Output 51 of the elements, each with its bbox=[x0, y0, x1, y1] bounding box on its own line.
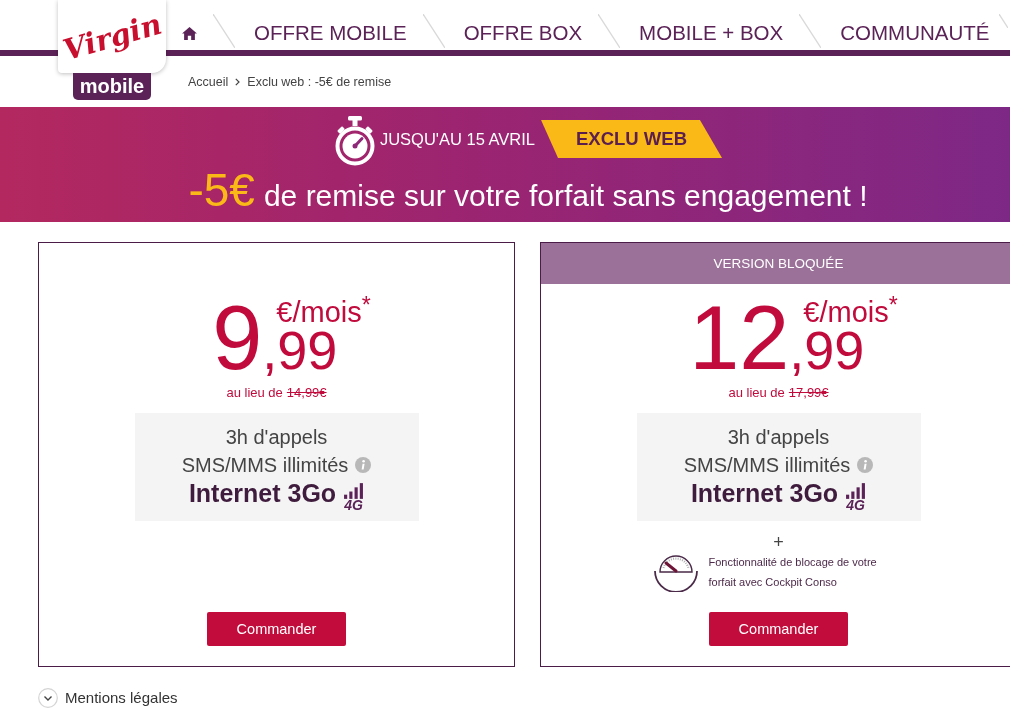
legal-link[interactable]: Mentions légales bbox=[65, 689, 178, 707]
old-price: 14,99€ bbox=[286, 384, 327, 402]
offer-tag: VERSION BLOQUÉE bbox=[541, 243, 1010, 284]
info-icon[interactable] bbox=[857, 457, 874, 473]
price-cents: ,99 bbox=[262, 327, 338, 374]
plus-sign: + bbox=[773, 534, 784, 550]
old-price: 17,99€ bbox=[788, 384, 829, 402]
nav-link[interactable]: COMMUNAUTÉ bbox=[840, 23, 990, 43]
order-button[interactable]: Commander bbox=[709, 612, 848, 646]
price-unit: €/mois$^{*}$ bbox=[275, 297, 371, 327]
price-amount: 12 bbox=[689, 302, 790, 374]
nav-link[interactable]: OFFRE MOBILE bbox=[254, 23, 407, 43]
price-unit: €/mois$^{*}$ bbox=[802, 297, 898, 327]
signal-bars-icon bbox=[845, 482, 867, 499]
network-label: 4G bbox=[846, 498, 865, 512]
nav-link[interactable]: OFFRE BOX bbox=[463, 23, 583, 43]
feature-note: Fonctionnalité de blocage de votre forfait avec Cockpit Conso bbox=[708, 555, 878, 590]
gauge-icon bbox=[652, 552, 699, 592]
feature-text: Internet 3Go bbox=[690, 478, 839, 508]
home-icon[interactable] bbox=[182, 27, 197, 40]
logo-tile[interactable]: Virgin bbox=[58, 0, 166, 73]
logo-wordmark: Virgin bbox=[59, 7, 165, 66]
discount-amount: -5€ bbox=[188, 164, 255, 216]
chevron-right-icon bbox=[235, 77, 241, 86]
old-price-label: au lieu de bbox=[728, 384, 785, 402]
price-amount: 9 bbox=[212, 302, 263, 374]
exclusive-badge: EXCLU WEB bbox=[541, 120, 723, 158]
nav-divider bbox=[598, 14, 621, 48]
nav-divider bbox=[999, 14, 1009, 28]
feature-text: Internet 3Go bbox=[188, 478, 337, 508]
breadcrumb-link[interactable]: Accueil bbox=[188, 74, 229, 89]
nav-divider bbox=[422, 14, 445, 48]
info-icon[interactable] bbox=[355, 457, 372, 473]
price-cents: ,99 bbox=[789, 327, 865, 374]
breadcrumb-current: Exclu web : -5€ de remise bbox=[247, 74, 392, 89]
network-label: 4G bbox=[344, 498, 363, 512]
deadline-text: JUSQU'AU 15 AVRIL bbox=[379, 129, 536, 149]
chevron-down-icon[interactable] bbox=[38, 688, 58, 708]
old-price-label: au lieu de bbox=[226, 384, 283, 402]
signal-bars-icon bbox=[343, 482, 365, 499]
nav-divider bbox=[799, 14, 822, 48]
stopwatch-icon bbox=[333, 116, 376, 166]
nav-link[interactable]: MOBILE + BOX bbox=[639, 23, 784, 43]
logo-tag[interactable]: mobile bbox=[72, 73, 152, 100]
feature-text: 3h d'appels bbox=[225, 425, 328, 449]
nav-divider bbox=[213, 14, 235, 48]
feature-text: SMS/MMS illimités bbox=[683, 453, 851, 477]
order-button[interactable]: Commander bbox=[207, 612, 346, 646]
feature-text: 3h d'appels bbox=[727, 425, 830, 449]
feature-text: SMS/MMS illimités bbox=[181, 453, 349, 477]
headline-text: de remise sur votre forfait sans engagement ! bbox=[263, 178, 868, 214]
